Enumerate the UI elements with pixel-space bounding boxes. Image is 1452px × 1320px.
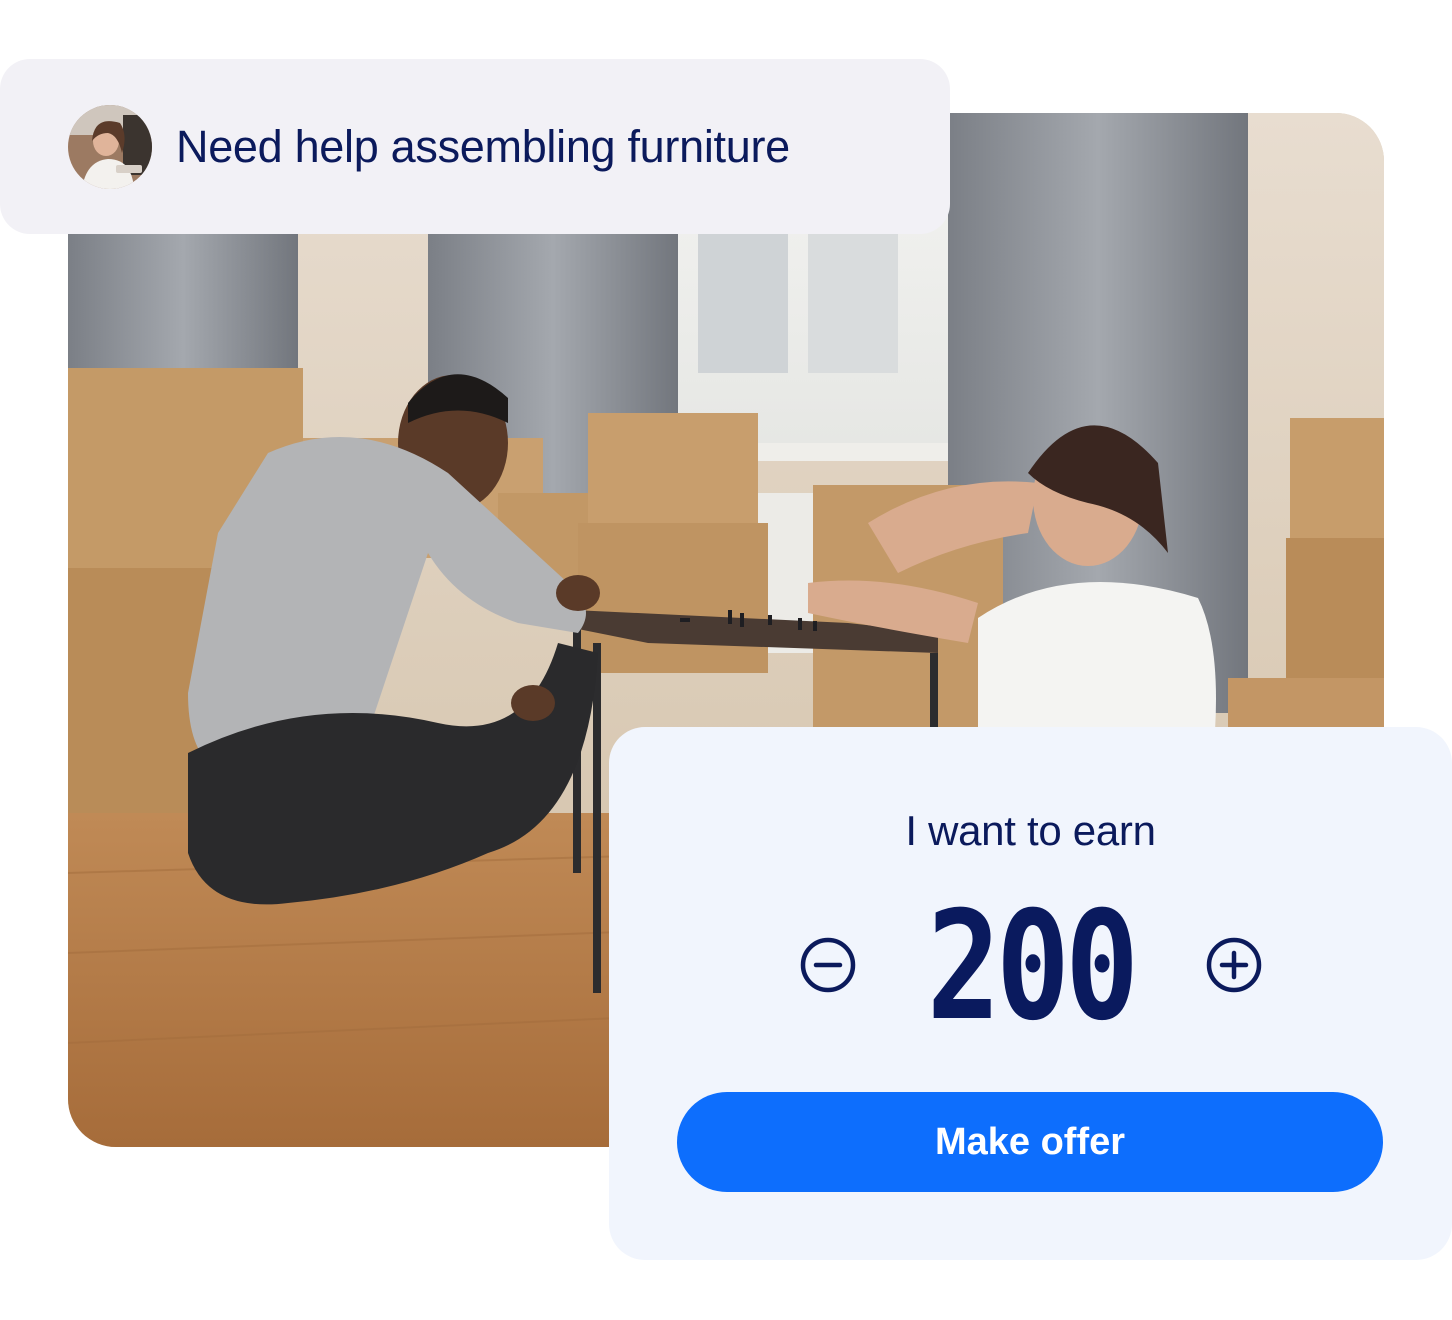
make-offer-button[interactable]: Make offer xyxy=(677,1092,1383,1192)
avatar-photo xyxy=(68,104,152,189)
offer-amount[interactable]: 200 xyxy=(685,892,1376,1042)
plus-circle-icon[interactable] xyxy=(1206,937,1262,993)
amount-stepper: 200 xyxy=(609,892,1452,1042)
user-avatar xyxy=(68,104,152,189)
task-title: Need help assembling furniture xyxy=(176,120,790,172)
task-request-bubble: Need help assembling furniture xyxy=(0,59,950,234)
earn-label: I want to earn xyxy=(905,807,1156,854)
offer-card: I want to earn 200 Make offer xyxy=(609,727,1452,1260)
